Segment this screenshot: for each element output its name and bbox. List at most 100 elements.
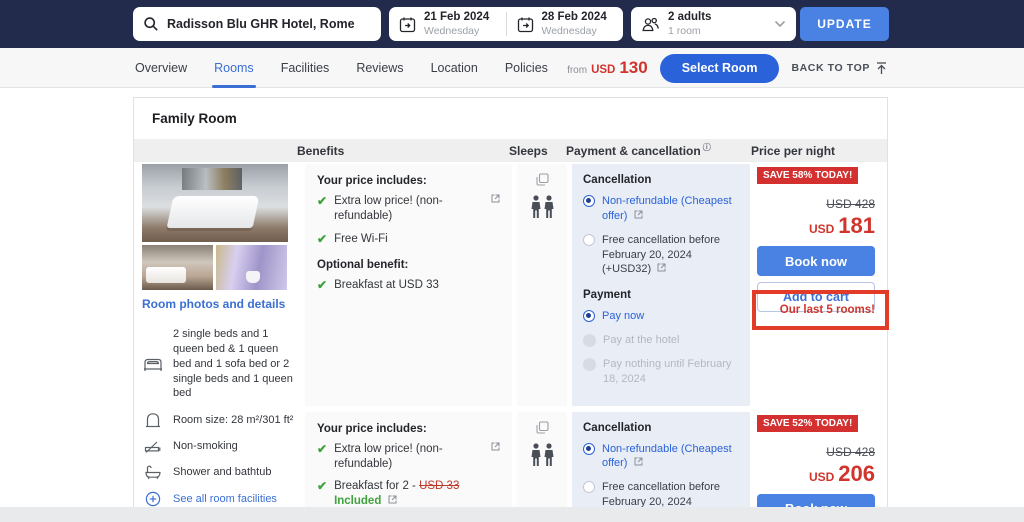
update-button[interactable]: UPDATE	[800, 7, 889, 41]
external-link-icon	[491, 442, 500, 451]
radio-free-cancellation[interactable]: Free cancellation before February 20, 20…	[583, 233, 739, 278]
tab-rooms[interactable]: Rooms	[214, 48, 254, 88]
plus-circle-icon	[142, 491, 164, 507]
book-now-button[interactable]: Book now	[757, 246, 875, 276]
info-icon[interactable]: ⓘ	[703, 142, 711, 153]
current-price: USD 181	[757, 213, 875, 239]
offer1-price-cell: SAVE 58% TODAY! USD 428 USD181 Book now …	[755, 164, 881, 406]
room-photo-main[interactable]	[142, 164, 288, 242]
checkin-date-field[interactable]: 21 Feb 2024 Wednesday	[389, 7, 506, 41]
sleeps-two-adults-icon	[531, 443, 554, 467]
benefit-text: Extra low price! (non-refundable)	[334, 442, 481, 472]
offer1-benefits-cell: Your price includes: ✔ Extra low price! …	[305, 164, 512, 406]
radio-selected-icon	[583, 310, 595, 322]
room-size-icon	[142, 412, 164, 428]
radio-unselected-icon	[583, 234, 595, 246]
benefit-item: ✔ Free Wi-Fi	[317, 232, 500, 248]
top-search-bar: 21 Feb 2024 Wednesday 28 Feb 2024 Wednes…	[0, 0, 1024, 48]
tab-facilities[interactable]: Facilities	[281, 48, 330, 88]
breakfast-text: Breakfast for 2 -	[334, 480, 416, 492]
chevron-down-icon	[774, 20, 786, 28]
room-photos-link[interactable]: Room photos and details	[142, 297, 297, 311]
radio-label: Pay now	[602, 309, 644, 324]
price-value: 181	[838, 213, 875, 238]
detail-non-smoking-text: Non-smoking	[173, 439, 238, 454]
room-photo-thumb-2[interactable]	[216, 245, 287, 290]
radio-label: Pay nothing until February 18, 2024	[603, 357, 739, 387]
benefit-text: Free Wi-Fi	[334, 232, 388, 247]
search-input[interactable]	[167, 17, 371, 31]
column-header-sleeps: Sleeps	[509, 144, 566, 158]
see-all-facilities[interactable]: See all room facilities	[142, 491, 297, 507]
back-to-top-label: BACK TO TOP	[791, 62, 870, 74]
old-price: USD 428	[757, 445, 875, 459]
checkin-date: 21 Feb 2024	[424, 11, 489, 25]
radio-unselected-icon	[583, 481, 595, 493]
offer-row-2: Your price includes: ✔ Extra low price! …	[305, 412, 881, 522]
column-header-price: Price per night	[751, 144, 887, 158]
benefit-item: ✔ Extra low price! (non-refundable)	[317, 442, 500, 472]
tab-reviews[interactable]: Reviews	[356, 48, 403, 88]
checkout-date-field[interactable]: 28 Feb 2024 Wednesday	[507, 7, 624, 41]
guests-adults: 2 adults	[668, 11, 766, 25]
offer2-price-cell: SAVE 52% TODAY! USD 428 USD206 Book now …	[755, 412, 881, 522]
section-nav-bar: Overview Rooms Facilities Reviews Locati…	[0, 48, 1024, 88]
radio-pay-nothing: Pay nothing until February 18, 2024	[583, 357, 739, 387]
payment-header-label: Payment & cancellation	[566, 144, 701, 158]
external-link-icon	[657, 263, 666, 272]
tab-policies[interactable]: Policies	[505, 48, 548, 88]
see-all-facilities-link[interactable]: See all room facilities	[173, 492, 277, 507]
radio-selected-icon	[583, 195, 595, 207]
search-icon	[143, 16, 159, 32]
external-link-icon	[634, 457, 643, 466]
radio-label: Pay at the hotel	[603, 333, 679, 348]
detail-non-smoking: Non-smoking	[142, 439, 297, 454]
tab-location[interactable]: Location	[431, 48, 478, 88]
optional-label: Optional benefit:	[317, 259, 500, 271]
check-icon: ✔	[317, 194, 327, 210]
radio-non-refundable[interactable]: Non-refundable (Cheapest offer)	[583, 194, 739, 224]
price-currency: USD	[809, 470, 834, 484]
cancellation-label: Cancellation	[583, 422, 739, 434]
external-link-icon	[388, 495, 397, 504]
check-icon: ✔	[317, 479, 327, 495]
includes-label: Your price includes:	[317, 423, 500, 435]
price-currency: USD	[809, 222, 834, 236]
offer2-benefits-cell: Your price includes: ✔ Extra low price! …	[305, 412, 512, 522]
price-value: 206	[838, 461, 875, 486]
payment-label: Payment	[583, 289, 739, 301]
benefit-text: Breakfast at USD 33	[334, 278, 439, 293]
combine-rooms-icon	[536, 173, 549, 186]
radio-label: Non-refundable (Cheapest offer)	[602, 443, 732, 470]
offer-row-1: Your price includes: ✔ Extra low price! …	[305, 164, 881, 406]
detail-room-size: Room size: 28 m²/301 ft²	[142, 412, 297, 428]
scarcity-message: Our last 5 rooms!	[780, 304, 875, 316]
old-price: USD 428	[757, 197, 875, 211]
radio-pay-now[interactable]: Pay now	[583, 309, 739, 324]
radio-disabled-icon	[583, 358, 596, 371]
column-header-payment: Payment & cancellation ⓘ	[566, 144, 751, 158]
radio-disabled-icon	[583, 334, 596, 347]
save-badge: SAVE 58% TODAY!	[757, 167, 858, 184]
offer-table-header: Benefits Sleeps Payment & cancellation ⓘ…	[134, 139, 887, 162]
from-price-value: 130	[619, 58, 647, 78]
destination-search-box[interactable]	[133, 7, 381, 41]
benefit-item: ✔ Extra low price! (non-refundable)	[317, 194, 500, 224]
guests-selector[interactable]: 2 adults 1 room	[631, 7, 796, 41]
check-icon: ✔	[317, 232, 327, 248]
breakfast-old-price: USD 33	[419, 480, 459, 492]
benefit-item-breakfast: ✔ Breakfast for 2 - USD 33 Included	[317, 479, 500, 509]
select-room-button[interactable]: Select Room	[660, 54, 780, 83]
arrow-up-icon	[875, 61, 888, 75]
room-photo-thumb-1[interactable]	[142, 245, 213, 290]
offer2-sleeps-cell	[517, 412, 567, 522]
tab-overview[interactable]: Overview	[135, 48, 187, 88]
back-to-top-button[interactable]: BACK TO TOP	[791, 61, 888, 75]
guests-rooms: 1 room	[668, 25, 766, 38]
from-label: from	[567, 65, 587, 76]
detail-bathroom-text: Shower and bathtub	[173, 465, 271, 480]
detail-beds: 2 single beds and 1 queen bed & 1 queen …	[142, 327, 297, 401]
current-price: USD 206	[757, 461, 875, 487]
radio-non-refundable[interactable]: Non-refundable (Cheapest offer)	[583, 442, 739, 472]
combine-rooms-icon	[536, 421, 549, 434]
